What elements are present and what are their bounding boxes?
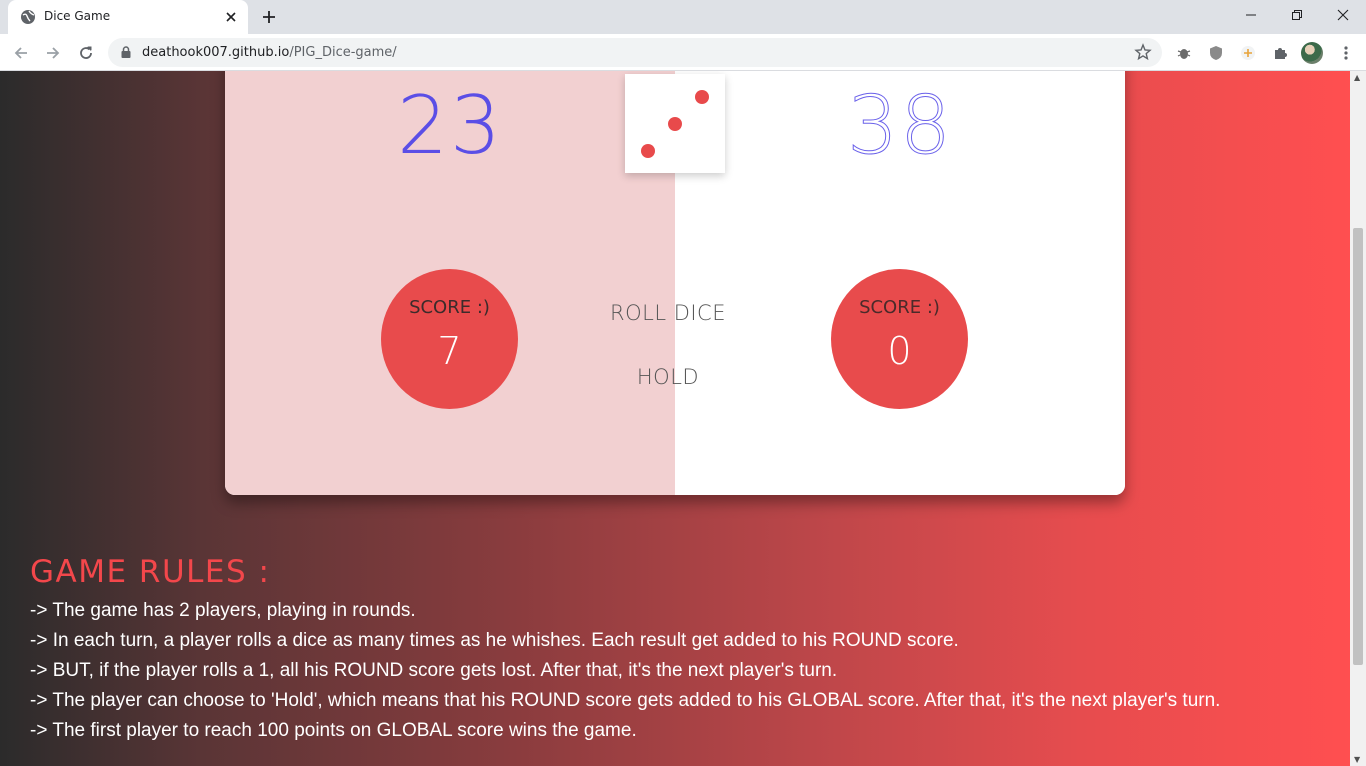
rule-item: -> The first player to reach 100 points … <box>30 720 637 741</box>
roll-dice-button[interactable]: ROLL DICE <box>568 301 768 325</box>
tab-strip: Dice Game <box>0 0 1366 34</box>
hold-button[interactable]: HOLD <box>568 365 768 389</box>
rules-title: GAME RULES : <box>30 554 271 590</box>
url-host: deathook007.github.io <box>142 45 290 60</box>
url-text: deathook007.github.io/PIG_Dice-game/ <box>142 45 397 60</box>
puzzle-icon[interactable] <box>1270 43 1290 63</box>
forward-icon <box>47 47 60 59</box>
round-score-value: 7 <box>437 329 462 373</box>
scroll-down-arrow[interactable]: ▼ <box>1354 755 1360 764</box>
url-path: /PIG_Dice-game/ <box>289 45 397 60</box>
dice-pip <box>695 90 709 104</box>
player-1-round-score: SCORE :) 7 <box>381 269 518 409</box>
game-board: 23 38 SCORE :) 7 SCORE :) 0 ROLL DICE HO… <box>225 71 1125 495</box>
reload-icon <box>80 46 92 59</box>
dice-pip <box>641 144 655 158</box>
lock-icon <box>121 46 131 58</box>
menu-icon[interactable] <box>1336 43 1356 63</box>
rule-item: -> The player can choose to 'Hold', whic… <box>30 690 1221 711</box>
restore-icon <box>1292 10 1302 20</box>
page-viewport: 23 38 SCORE :) 7 SCORE :) 0 ROLL DICE HO… <box>0 71 1350 766</box>
dice <box>625 74 725 173</box>
address-bar[interactable]: deathook007.github.io/PIG_Dice-game/ <box>108 38 1162 67</box>
shield-icon[interactable] <box>1206 43 1226 63</box>
rule-item: -> BUT, if the player rolls a 1, all his… <box>30 660 838 681</box>
globe-icon <box>21 10 35 24</box>
bug-icon[interactable] <box>1174 43 1194 63</box>
rules-list: -> The game has 2 players, playing in ro… <box>30 596 1220 746</box>
plus-icon[interactable] <box>1238 43 1258 63</box>
round-score-label: SCORE :) <box>409 297 490 318</box>
tab-title: Dice Game <box>44 9 111 23</box>
browser-toolbar: deathook007.github.io/PIG_Dice-game/ <box>0 34 1366 71</box>
rule-item: -> The game has 2 players, playing in ro… <box>30 600 416 621</box>
scroll-up-arrow[interactable]: ▲ <box>1354 73 1360 82</box>
back-icon <box>14 47 27 59</box>
window-close-button[interactable] <box>1320 0 1366 30</box>
player-2-round-score: SCORE :) 0 <box>831 269 968 409</box>
reload-button[interactable] <box>74 41 98 65</box>
dice-pip <box>668 117 682 131</box>
star-icon[interactable] <box>1134 43 1152 61</box>
avatar[interactable] <box>1301 42 1323 64</box>
close-icon <box>1337 9 1349 21</box>
player-2-global-score: 38 <box>847 79 953 173</box>
close-icon[interactable] <box>222 8 240 26</box>
restore-button[interactable] <box>1274 0 1320 30</box>
round-score-value: 0 <box>887 329 912 373</box>
plus-icon[interactable] <box>259 7 279 27</box>
player-1-global-score: 23 <box>397 79 503 172</box>
scrollbar[interactable]: ▲ ▼ <box>1350 71 1366 766</box>
forward-button[interactable] <box>41 41 65 65</box>
round-score-label: SCORE :) <box>859 297 940 318</box>
back-button[interactable] <box>9 41 33 65</box>
minimize-button[interactable] <box>1228 0 1274 30</box>
rule-item: -> In each turn, a player rolls a dice a… <box>30 630 959 651</box>
scroll-thumb[interactable] <box>1353 228 1363 665</box>
minimize-icon <box>1246 14 1256 16</box>
tab-dice-game[interactable]: Dice Game <box>8 0 248 34</box>
